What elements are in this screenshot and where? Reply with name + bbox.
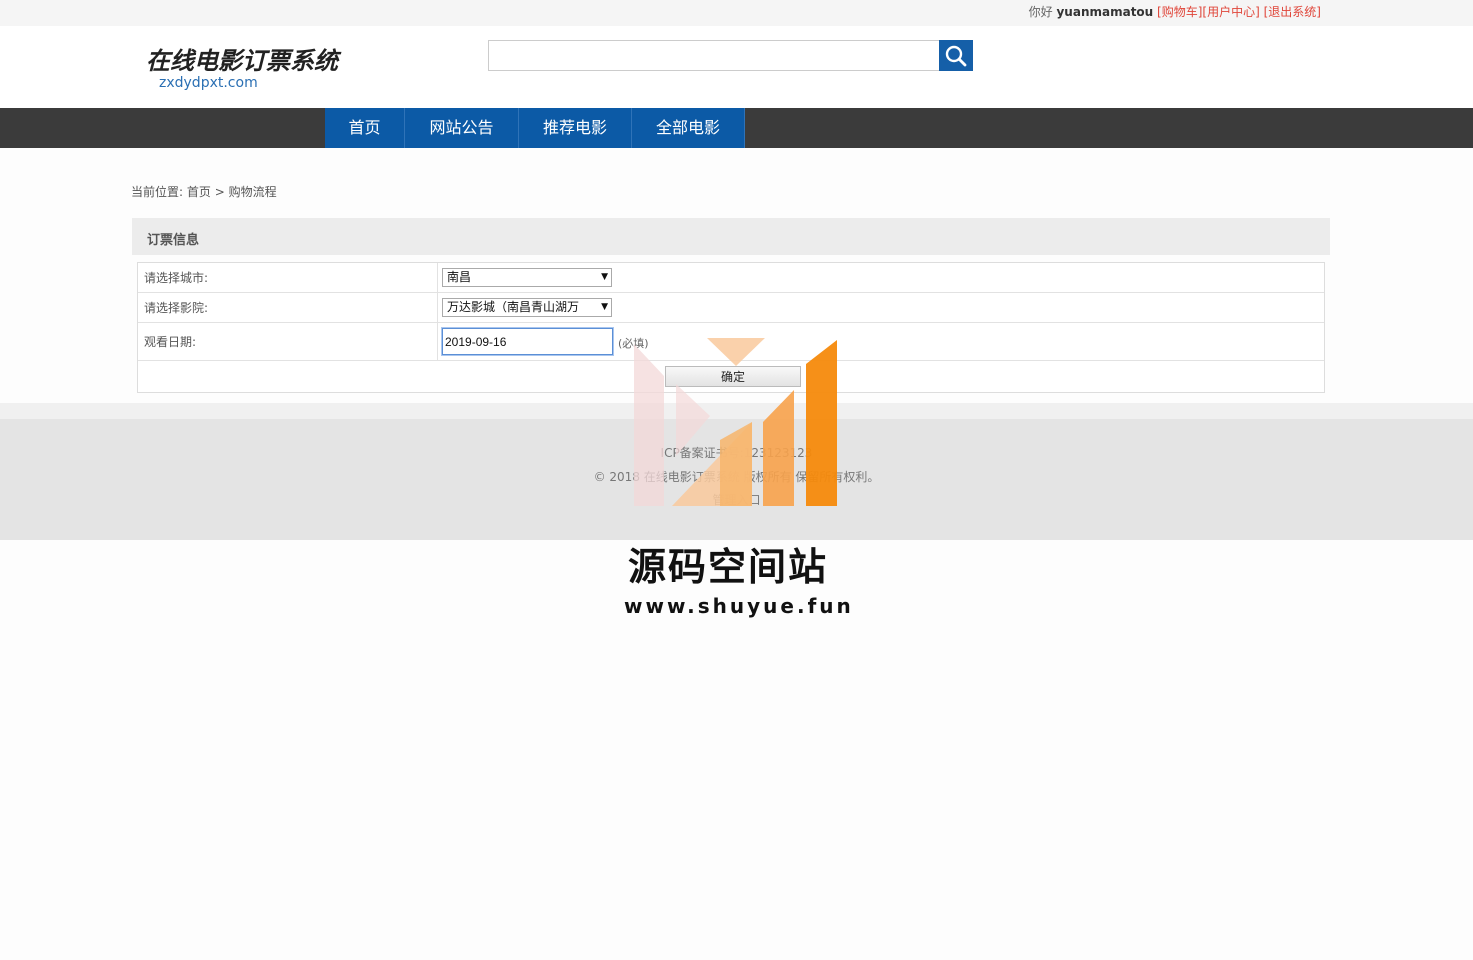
- search-input[interactable]: [488, 40, 940, 71]
- cinema-cell: 万达影城（南昌青山湖万 ▼: [438, 293, 1324, 322]
- city-cell: 南昌 ▼: [438, 263, 1324, 292]
- breadcrumb-current: 购物流程: [228, 185, 277, 199]
- top-bar: 你好 yuanmamatou [购物车][用户中心] [退出系统]: [0, 0, 1473, 26]
- city-select-value: 南昌: [447, 270, 472, 284]
- form-row-city: 请选择城市: 南昌 ▼: [138, 263, 1324, 293]
- site-logo[interactable]: 在线电影订票系统 zxdydpxt.com: [146, 46, 338, 116]
- footer-admin-link[interactable]: 管理入口: [0, 491, 1473, 508]
- user-center-link[interactable]: [用户中心]: [1202, 5, 1259, 19]
- submit-cell: 确定: [138, 361, 1324, 392]
- search-button[interactable]: [939, 40, 973, 71]
- date-label: 观看日期:: [138, 323, 438, 360]
- watermark-title: 源码空间站: [628, 545, 829, 589]
- booking-form: 请选择城市: 南昌 ▼ 请选择影院: 万达影城（南昌青山湖万 ▼ 观看日期: (…: [137, 262, 1325, 393]
- nav-item-recommended[interactable]: 推荐电影: [519, 108, 632, 148]
- breadcrumb-home-link[interactable]: 首页: [187, 185, 211, 199]
- footer: ICP备案证书号:123123123 © 2018 在线电影订票系统 版权所有 …: [0, 419, 1473, 540]
- footer-icp: ICP备案证书号:123123123: [660, 446, 813, 460]
- form-row-submit: 确定: [138, 361, 1324, 392]
- search-icon: [945, 45, 967, 67]
- nav-item-announcements[interactable]: 网站公告: [405, 108, 519, 148]
- nav-item-home[interactable]: 首页: [325, 108, 405, 148]
- date-cell: (必填): [438, 323, 1324, 360]
- main-nav: 首页 网站公告 推荐电影 全部电影: [0, 108, 1473, 148]
- greeting-text: 你好: [1028, 5, 1053, 19]
- header: 在线电影订票系统 zxdydpxt.com: [0, 26, 1473, 108]
- required-note: (必填): [618, 337, 649, 350]
- panel-title: 订票信息: [147, 233, 200, 248]
- username: yuanmamatou: [1056, 5, 1154, 19]
- form-row-cinema: 请选择影院: 万达影城（南昌青山湖万 ▼: [138, 293, 1324, 323]
- city-label: 请选择城市:: [138, 263, 438, 292]
- confirm-button[interactable]: 确定: [665, 366, 801, 387]
- cinema-select-value: 万达影城（南昌青山湖万: [447, 300, 580, 314]
- dropdown-arrow-icon: ▼: [599, 299, 608, 316]
- breadcrumb: 当前位置: 首页 > 购物流程: [131, 183, 277, 200]
- form-row-date: 观看日期: (必填): [138, 323, 1324, 361]
- breadcrumb-separator: >: [214, 185, 225, 199]
- nav-item-all-movies[interactable]: 全部电影: [632, 108, 745, 148]
- cart-link[interactable]: [购物车]: [1157, 5, 1202, 19]
- cinema-select[interactable]: 万达影城（南昌青山湖万 ▼: [442, 298, 612, 317]
- cinema-label: 请选择影院:: [138, 293, 438, 322]
- dropdown-arrow-icon: ▼: [601, 272, 608, 282]
- panel-header: 订票信息: [132, 218, 1330, 255]
- logo-cn-text: 在线电影订票系统: [146, 46, 338, 75]
- footer-copyright: © 2018 在线电影订票系统 版权所有 保留所有权利。: [593, 470, 880, 484]
- breadcrumb-prefix: 当前位置:: [131, 185, 184, 199]
- user-info: 你好 yuanmamatou [购物车][用户中心] [退出系统]: [1029, 3, 1321, 20]
- date-input[interactable]: [442, 328, 613, 355]
- footer-divider: [0, 403, 1473, 419]
- watermark-url: www.shuyue.fun: [624, 594, 854, 618]
- logout-link[interactable]: [退出系统]: [1264, 5, 1321, 19]
- city-select[interactable]: 南昌 ▼: [442, 268, 612, 287]
- logo-en-text: zxdydpxt.com: [159, 75, 258, 91]
- search-box: [488, 40, 974, 71]
